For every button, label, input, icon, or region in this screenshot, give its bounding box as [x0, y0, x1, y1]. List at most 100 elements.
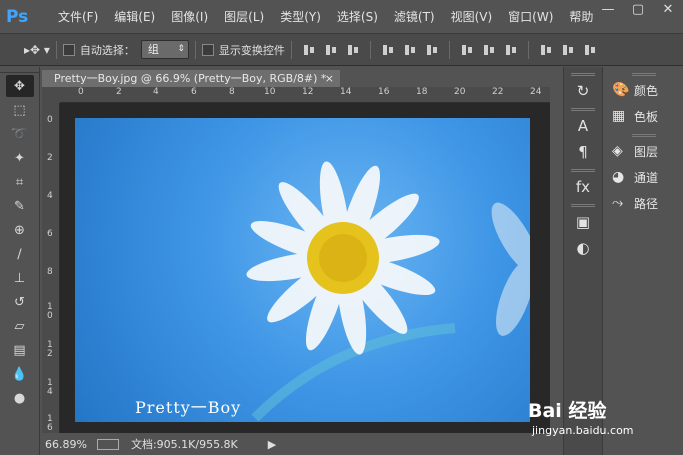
adjustments-icon[interactable]: ▣	[571, 211, 595, 233]
panel-color[interactable]: 🎨 颜色	[604, 78, 683, 102]
menu-file[interactable]: 文件(F)	[50, 8, 106, 25]
magic-wand-tool-icon[interactable]: ✦	[6, 147, 34, 169]
brush-tool-icon[interactable]: ∕	[6, 243, 34, 265]
vertical-ruler[interactable]: 0 2 4 6 8 1 0 1 2 1 4 1 6	[42, 103, 60, 433]
menu-bar: Ps 文件(F) 编辑(E) 图像(I) 图层(L) 类型(Y) 选择(S) 滤…	[0, 0, 683, 33]
ruler-h-tick: 18	[416, 87, 428, 97]
menu-filter[interactable]: 滤镜(T)	[386, 8, 443, 25]
panel-paths[interactable]: ⤳ 路径	[604, 191, 683, 215]
menu-type[interactable]: 类型(Y)	[272, 8, 329, 25]
panel-label: 通道	[634, 170, 659, 185]
distribute-left-icon[interactable]	[539, 43, 553, 57]
menu-image[interactable]: 图像(I)	[163, 8, 216, 25]
panel-channels[interactable]: ◕ 通道	[604, 165, 683, 189]
horizontal-ruler[interactable]: 0 2 4 6 8 10 12 14 16 18 20 22 24	[60, 87, 550, 103]
align-bottom-icon[interactable]	[346, 43, 360, 57]
healing-brush-tool-icon[interactable]: ⊕	[6, 219, 34, 241]
panel-grip[interactable]	[571, 73, 595, 76]
show-transform-label: 显示变换控件	[218, 43, 285, 57]
paths-icon: ⤳	[612, 195, 624, 211]
history-brush-tool-icon[interactable]: ↺	[6, 291, 34, 313]
distribute-vcenter-icon[interactable]	[482, 43, 496, 57]
close-button[interactable]: ✕	[653, 0, 683, 20]
panel-grip[interactable]	[571, 169, 595, 172]
clone-stamp-tool-icon[interactable]: ⊥	[6, 267, 34, 289]
move-tool-icon[interactable]: ✥	[5, 75, 34, 97]
panel-grip[interactable]	[631, 73, 656, 76]
separator	[290, 40, 292, 59]
ruler-h-tick: 24	[530, 87, 542, 97]
distribute-bottom-icon[interactable]	[504, 43, 518, 57]
zoom-level[interactable]: 66.89%	[45, 438, 87, 451]
align-left-icon[interactable]	[381, 43, 395, 57]
ruler-h-tick: 2	[116, 87, 122, 97]
minimize-button[interactable]: —	[593, 0, 623, 20]
lasso-tool-icon[interactable]: ➰	[6, 123, 34, 145]
dodge-tool-icon[interactable]: ●	[6, 387, 34, 409]
baidu-brand: Bai 经验	[528, 400, 607, 422]
show-transform-checkbox[interactable]	[201, 43, 214, 56]
distribute-top-icon[interactable]	[460, 43, 474, 57]
daisy-photo	[246, 161, 530, 422]
separator	[194, 40, 196, 59]
ruler-v-tick: 8	[47, 267, 53, 277]
history-icon[interactable]: ↻	[571, 80, 595, 102]
panel-grip[interactable]	[571, 108, 595, 111]
character-icon[interactable]: A	[571, 115, 595, 137]
document-tab[interactable]: Pretty一Boy.jpg @ 66.9% (Pretty一Boy, RGB/…	[42, 70, 340, 87]
image-watermark-text: Pretty一Boy	[135, 398, 242, 417]
ruler-v-tick: 4	[47, 191, 53, 201]
menu-layer[interactable]: 图层(L)	[216, 8, 272, 25]
crop-tool-icon[interactable]: ⌗	[6, 171, 34, 193]
styles-icon[interactable]: fx	[571, 176, 595, 198]
menu-window[interactable]: 窗口(W)	[500, 8, 561, 25]
eraser-tool-icon[interactable]: ▱	[6, 315, 34, 337]
ruler-v-tick: 2	[47, 153, 53, 163]
ruler-h-tick: 14	[340, 87, 352, 97]
ruler-h-tick: 0	[78, 87, 84, 97]
align-hcenter-icon[interactable]	[403, 43, 417, 57]
align-vcenter-icon[interactable]	[324, 43, 338, 57]
layers-icon: ◈	[612, 143, 623, 159]
auto-select-checkbox[interactable]	[62, 43, 75, 56]
ruler-h-tick: 8	[229, 87, 235, 97]
ruler-v-tick: 1 4	[47, 378, 53, 397]
menu-select[interactable]: 选择(S)	[329, 8, 386, 25]
menu-view[interactable]: 视图(V)	[443, 8, 501, 25]
gradient-tool-icon[interactable]: ▤	[6, 339, 34, 361]
align-right-icon[interactable]	[425, 43, 439, 57]
eyedropper-tool-icon[interactable]: ✎	[6, 195, 34, 217]
panel-swatches[interactable]: ▦ 色板	[604, 104, 683, 128]
document-image[interactable]: Pretty一Boy	[75, 118, 530, 422]
marquee-tool-icon[interactable]: ⬚	[6, 99, 34, 121]
distribute-hcenter-icon[interactable]	[561, 43, 575, 57]
panel-grip[interactable]	[571, 204, 595, 207]
baidu-url: jingyan.baidu.com	[532, 424, 634, 437]
blur-tool-icon[interactable]: 💧	[6, 363, 34, 385]
properties-icon[interactable]: ◐	[571, 237, 595, 259]
ruler-h-tick: 22	[492, 87, 504, 97]
align-top-icon[interactable]	[302, 43, 316, 57]
status-preview-icon[interactable]	[96, 438, 119, 450]
document-close-icon[interactable]: ×	[325, 70, 334, 87]
move-tool-preset-icon[interactable]: ▸✥ ▾	[24, 43, 50, 57]
panel-label: 图层	[634, 144, 659, 159]
toolbar-grip[interactable]	[0, 67, 39, 73]
panel-grip[interactable]	[631, 134, 656, 137]
distribute-right-icon[interactable]	[583, 43, 597, 57]
menu-edit[interactable]: 编辑(E)	[106, 8, 163, 25]
separator	[448, 40, 450, 59]
ruler-corner[interactable]	[42, 87, 60, 103]
panel-label: 颜色	[634, 83, 659, 98]
panel-layers[interactable]: ◈ 图层	[604, 139, 683, 163]
paragraph-icon[interactable]: ¶	[571, 141, 595, 163]
window-controls: — ▢ ✕	[593, 0, 683, 33]
restore-button[interactable]: ▢	[623, 0, 653, 20]
photoshop-logo: Ps	[6, 6, 29, 27]
ruler-h-tick: 6	[191, 87, 197, 97]
auto-select-dropdown[interactable]: 组	[140, 40, 189, 59]
status-menu-arrow-icon[interactable]: ▶	[268, 438, 276, 451]
panel-label: 路径	[634, 196, 659, 211]
ruler-h-tick: 12	[302, 87, 314, 97]
baidu-jingyan-watermark: Bai 经验 jingyan.baidu.com	[520, 388, 683, 455]
